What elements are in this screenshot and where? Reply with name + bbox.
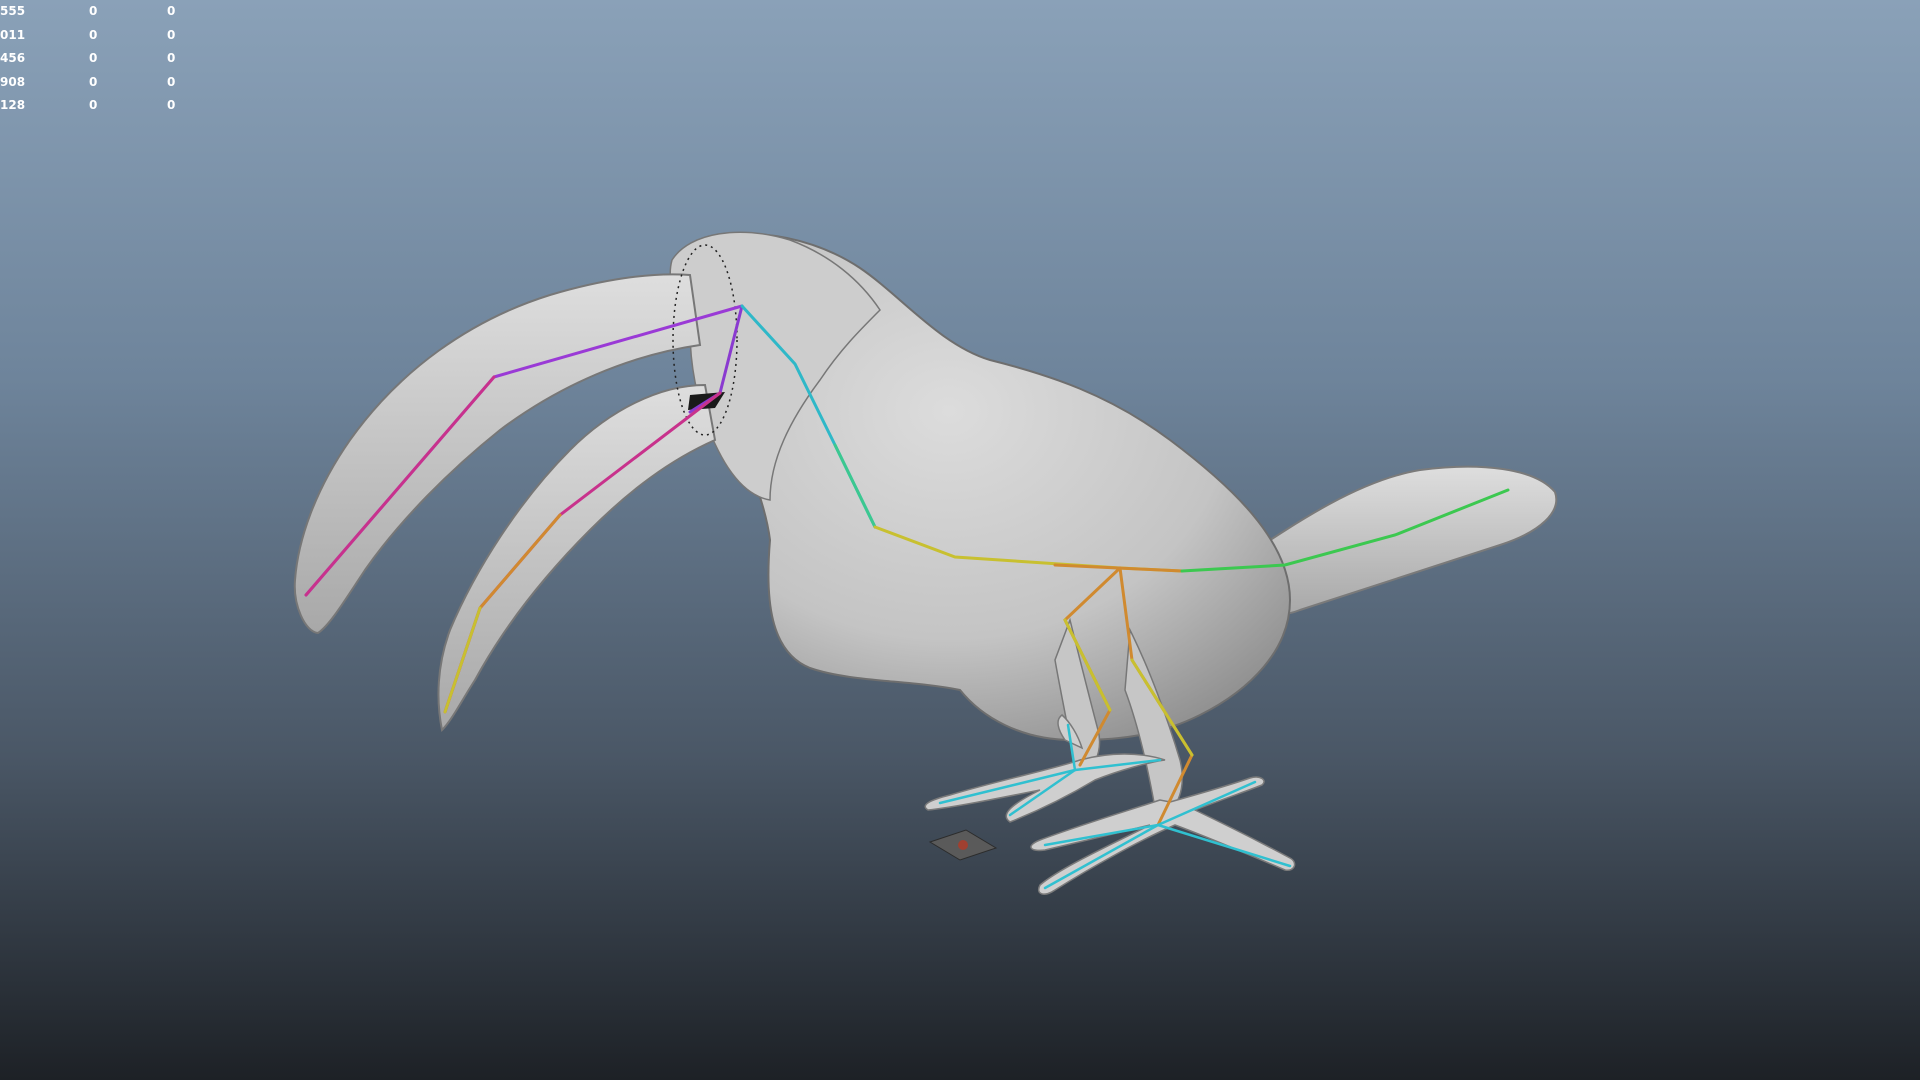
toucan-mesh[interactable] [293, 231, 1558, 895]
pivot-manipulator-icon[interactable] [928, 829, 998, 861]
scene-canvas[interactable] [0, 0, 1920, 1080]
maya-3d-viewport[interactable]: 555 0 0 011 0 0 456 0 0 908 0 0 128 0 0 [0, 0, 1920, 1080]
pivot-center[interactable] [958, 840, 968, 850]
